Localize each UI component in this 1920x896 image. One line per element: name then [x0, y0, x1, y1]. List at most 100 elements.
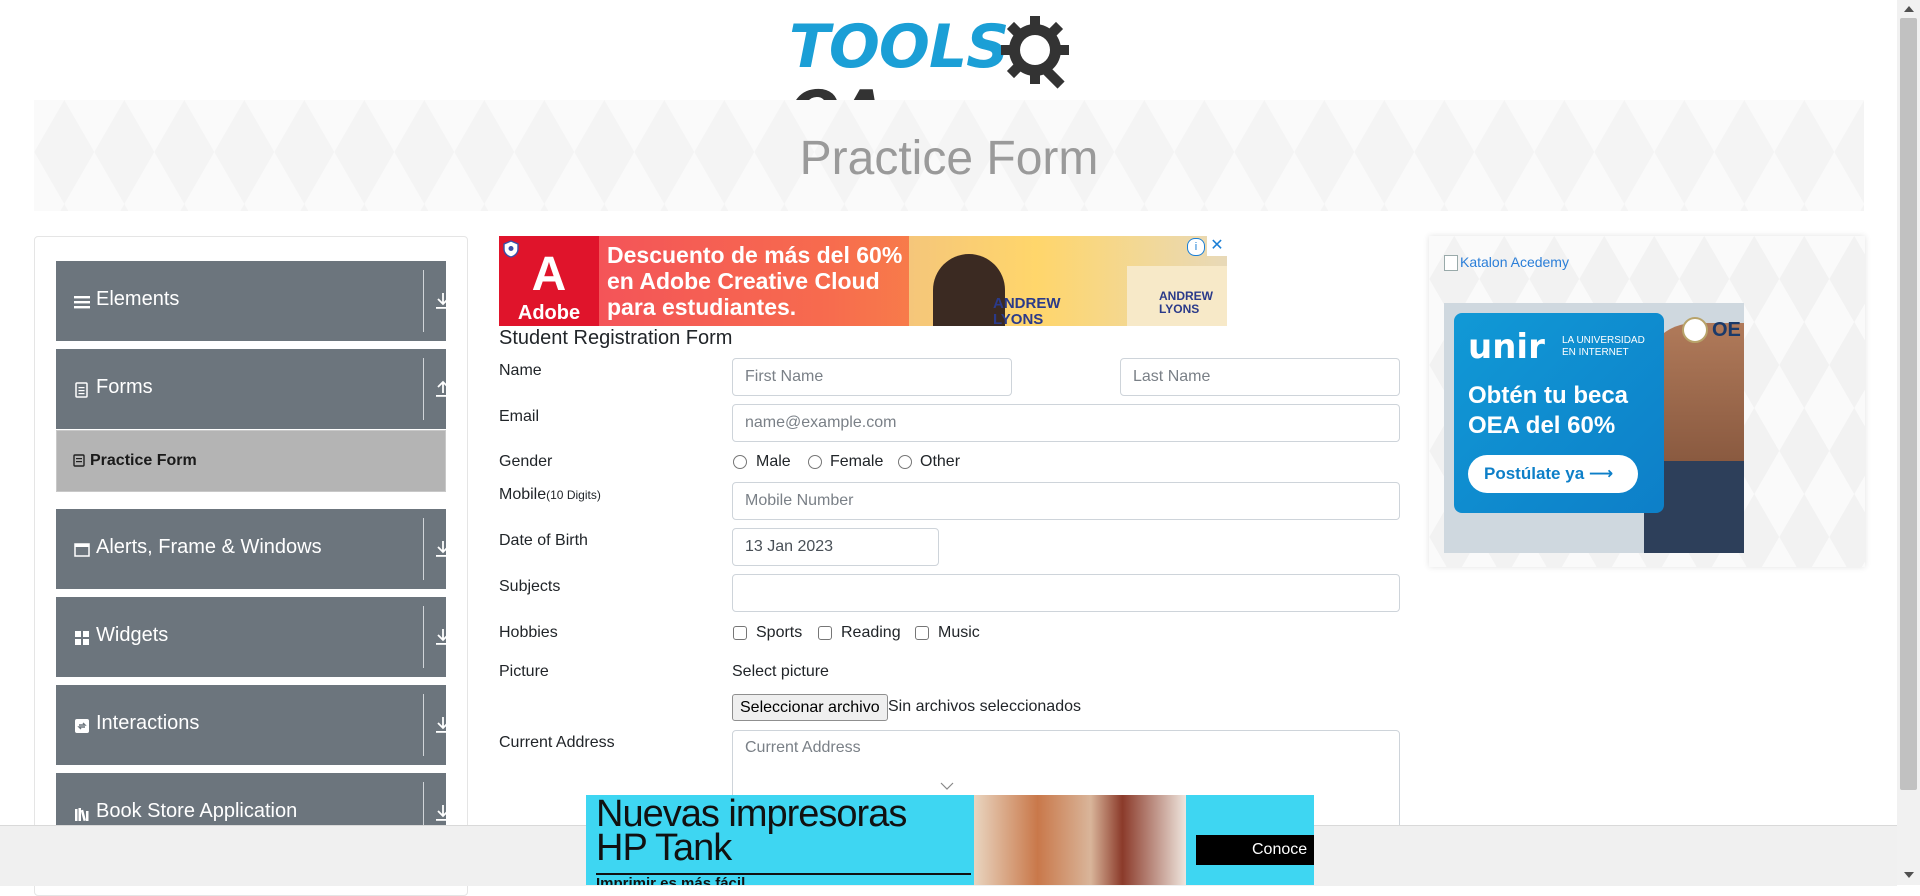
mobile-input[interactable]: Mobile Number [732, 482, 1400, 520]
katalon-link-text: Katalon Acedemy [1460, 254, 1569, 270]
email-input[interactable]: name@example.com [732, 404, 1400, 442]
unir-logo-text: unir [1468, 327, 1545, 367]
ad-name-card-2: ANDREW LYONS [1159, 289, 1213, 316]
ad-line-3: para estudiantes. [607, 294, 797, 320]
hobby-sports-label[interactable]: Sports [756, 624, 802, 642]
download-arrow-icon[interactable] [434, 803, 452, 823]
sidebar-group-label: Widgets [96, 624, 169, 646]
hobby-music-label[interactable]: Music [938, 624, 980, 642]
dob-input[interactable]: 13 Jan 2023 [732, 528, 939, 566]
sidebar-group-widgets[interactable]: Widgets [56, 597, 450, 677]
email-label: Email [499, 408, 540, 425]
separator [423, 358, 424, 420]
sidebar: Elements Forms Practice Form Alerts, Fra… [34, 236, 468, 896]
download-arrow-icon[interactable] [434, 539, 452, 559]
ad-name-card-1: ANDREW LYONS [993, 295, 1061, 327]
select-picture-label: Select picture [732, 663, 829, 680]
separator [423, 606, 424, 668]
sidebar-group-alerts[interactable]: Alerts, Frame & Windows [56, 509, 450, 589]
hobby-music-checkbox[interactable] [915, 626, 929, 640]
magnifier-gear-icon [1001, 16, 1069, 89]
scroll-thumb[interactable] [1900, 18, 1917, 790]
right-ad-panel: Katalon Acedemy unir LA UNIVERSIDAD EN IN… [1429, 236, 1865, 567]
current-address-label: Current Address [499, 734, 615, 751]
adobe-banner-ad[interactable]: A Adobe Descuento de más del 60% en Adob… [499, 236, 1227, 326]
subjects-label: Subjects [499, 578, 561, 595]
window-icon [74, 543, 90, 557]
first-name-input[interactable]: First Name [732, 358, 1012, 396]
sidebar-group-label: Elements [96, 288, 180, 310]
hp-ad-subline: Imprimir es más fácil [596, 875, 746, 885]
unir-tagline: LA UNIVERSIDAD EN INTERNET [1562, 335, 1645, 358]
last-name-input[interactable]: Last Name [1120, 358, 1400, 396]
sidebar-group-interactions[interactable]: Interactions [56, 685, 450, 765]
form-title: Student Registration Form [499, 327, 733, 349]
page-header-banner: Practice Form [34, 100, 1864, 211]
toolsqa-logo[interactable]: TOOLSQA [789, 12, 1114, 146]
logo-tools-text: TOOLS [789, 12, 1009, 82]
ad-info-icon[interactable]: i [1187, 238, 1205, 256]
sidebar-item-label: Practice Form [90, 452, 197, 469]
gender-male-radio[interactable] [733, 455, 747, 469]
separator [423, 518, 424, 580]
mobile-label: Mobile(10 Digits) [499, 486, 601, 504]
gender-male-label[interactable]: Male [756, 453, 791, 471]
gender-other-label[interactable]: Other [920, 453, 960, 471]
sidebar-group-label: Alerts, Frame & Windows [96, 536, 322, 558]
download-arrow-icon[interactable] [434, 291, 452, 311]
mobile-hint: (10 Digits) [546, 488, 601, 502]
sidebar-group-elements[interactable]: Elements [56, 261, 450, 341]
ad-line-2: en Adobe Creative Cloud [607, 268, 880, 294]
hp-tank-banner-ad[interactable]: Nuevas impresoras HP Tank Imprimir es más… [586, 795, 1314, 885]
interaction-icon [75, 719, 89, 733]
file-status-text: Sin archivos seleccionados [888, 698, 1081, 715]
unir-headline: Obtén tu beca OEA del 60% [1468, 382, 1629, 439]
gender-label: Gender [499, 453, 553, 470]
sidebar-group-forms[interactable]: Forms [56, 349, 450, 429]
broken-image-icon [1444, 255, 1458, 272]
sidebar-item-practice-form[interactable]: Practice Form [56, 430, 446, 492]
page-scrollbar[interactable] [1897, 0, 1920, 885]
form-icon [73, 454, 85, 467]
hobby-sports-checkbox[interactable] [733, 626, 747, 640]
hobby-reading-label[interactable]: Reading [841, 624, 901, 642]
ad-headline: Descuento de más del 60% en Adobe Creati… [607, 242, 902, 320]
chevron-down-icon [940, 782, 954, 790]
unir-ad[interactable]: unir LA UNIVERSIDAD EN INTERNET Obtén tu … [1444, 303, 1744, 553]
books-icon [75, 808, 89, 822]
subjects-input[interactable] [732, 574, 1400, 612]
scroll-up-icon[interactable] [1904, 6, 1914, 12]
hamburger-icon [74, 296, 90, 309]
sidebar-group-label: Book Store Application [96, 800, 298, 822]
dob-label: Date of Birth [499, 532, 588, 549]
download-arrow-icon[interactable] [434, 715, 452, 735]
grid-icon [75, 631, 89, 645]
upload-arrow-icon[interactable] [434, 379, 452, 399]
ad-line-1: Descuento de más del 60% [607, 242, 903, 268]
document-icon [75, 382, 88, 398]
hp-ad-headline: Nuevas impresoras HP Tank [596, 795, 907, 869]
sidebar-group-label: Interactions [96, 712, 200, 734]
hp-ad-photo [974, 795, 1186, 885]
page-title: Practice Form [799, 132, 1099, 185]
oea-seal-icon [1682, 317, 1708, 343]
oea-text: OE [1712, 319, 1741, 341]
shield-icon [503, 240, 519, 258]
gender-female-radio[interactable] [808, 455, 822, 469]
download-arrow-icon[interactable] [434, 627, 452, 647]
picture-label: Picture [499, 663, 549, 680]
adobe-brand-text: Adobe [517, 302, 581, 324]
katalon-academy-link[interactable]: Katalon Acedemy [1444, 254, 1569, 272]
sidebar-group-label: Forms [96, 376, 153, 398]
mobile-label-text: Mobile [499, 486, 547, 503]
choose-file-button[interactable]: Seleccionar archivo [732, 694, 888, 721]
hobby-reading-checkbox[interactable] [818, 626, 832, 640]
separator [423, 694, 424, 756]
scroll-down-icon[interactable] [1904, 872, 1914, 878]
gender-female-label[interactable]: Female [830, 453, 883, 471]
unir-apply-button[interactable]: Postúlate ya ⟶ [1468, 455, 1638, 493]
ad-close-icon[interactable]: ✕ [1207, 236, 1227, 256]
separator [423, 270, 424, 332]
hp-ad-cta-button[interactable]: Conoce [1196, 835, 1314, 865]
gender-other-radio[interactable] [898, 455, 912, 469]
